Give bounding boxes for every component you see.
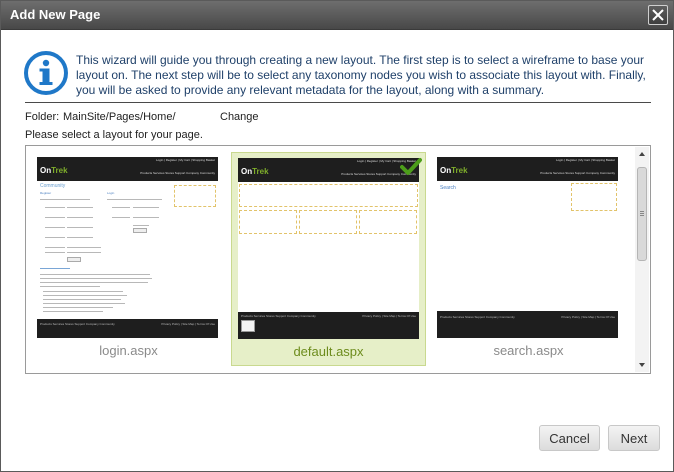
layout-thumbnail: OnTrek Login | Register | My Cart | Shop… bbox=[37, 157, 218, 338]
divider bbox=[25, 102, 651, 103]
folder-label: Folder: bbox=[25, 111, 60, 123]
close-button[interactable] bbox=[648, 5, 668, 25]
select-layout-prompt: Please select a layout for your page. bbox=[25, 129, 203, 141]
cancel-button[interactable]: Cancel bbox=[539, 425, 600, 451]
layout-card-login[interactable]: OnTrek Login | Register | My Cart | Shop… bbox=[31, 152, 226, 366]
scroll-up-button[interactable] bbox=[635, 147, 649, 161]
close-icon bbox=[652, 9, 664, 21]
scroll-thumb[interactable] bbox=[637, 167, 647, 261]
layout-name: search.aspx bbox=[493, 343, 564, 358]
wizard-intro-text: This wizard will guide you through creat… bbox=[76, 53, 646, 97]
change-folder-link[interactable]: Change bbox=[220, 111, 259, 123]
next-button[interactable]: Next bbox=[608, 425, 660, 451]
dialog-titlebar: Add New Page bbox=[1, 1, 673, 30]
scroll-down-button[interactable] bbox=[635, 358, 649, 372]
chevron-up-icon bbox=[639, 152, 645, 156]
add-new-page-dialog: Add New Page This wizard will guide you … bbox=[0, 0, 674, 472]
layout-card-default[interactable]: OnTrek Login | Register | My Cart | Shop… bbox=[231, 152, 426, 366]
layout-thumbnail: OnTrek Login | Register | My Cart | Shop… bbox=[437, 157, 618, 338]
layout-card-search[interactable]: OnTrek Login | Register | My Cart | Shop… bbox=[431, 152, 626, 366]
layout-list-scrollbar[interactable] bbox=[635, 147, 649, 372]
dialog-title: Add New Page bbox=[10, 7, 101, 22]
info-icon bbox=[24, 51, 68, 95]
layout-name: login.aspx bbox=[99, 343, 158, 358]
layout-list: OnTrek Login | Register | My Cart | Shop… bbox=[25, 145, 651, 374]
folder-path: MainSite/Pages/Home/ bbox=[63, 111, 176, 123]
chevron-down-icon bbox=[639, 363, 645, 367]
layout-thumbnail: OnTrek Login | Register | My Cart | Shop… bbox=[238, 158, 419, 339]
selected-check-icon bbox=[400, 158, 422, 175]
layout-name: default.aspx bbox=[293, 344, 364, 359]
